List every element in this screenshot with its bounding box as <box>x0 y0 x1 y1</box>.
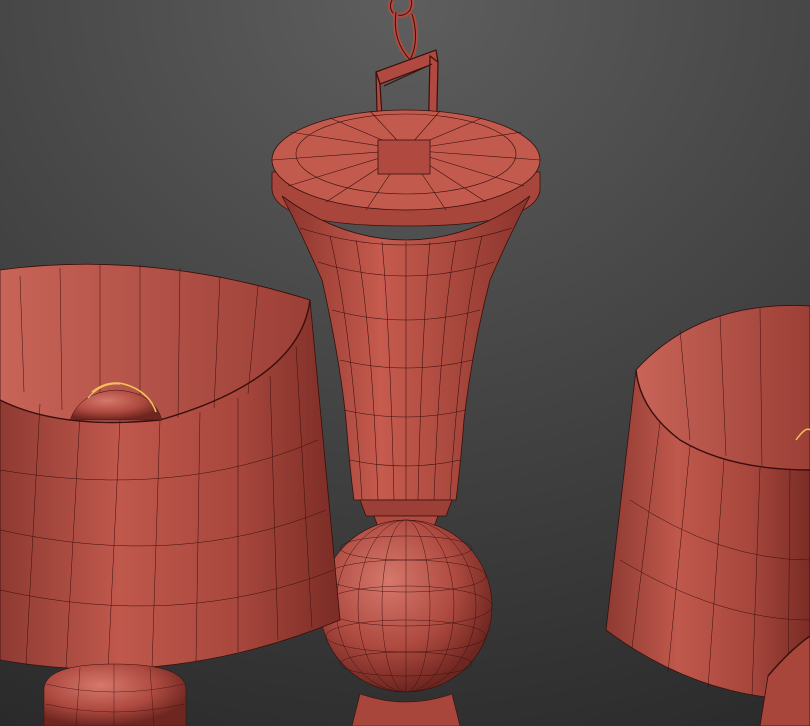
lamp-base-left[interactable] <box>43 663 187 726</box>
lamp-shade-left[interactable] <box>0 263 341 671</box>
3d-viewport[interactable] <box>0 0 810 726</box>
chandelier-top-cap[interactable] <box>271 109 541 227</box>
wireframe-render <box>0 0 810 726</box>
